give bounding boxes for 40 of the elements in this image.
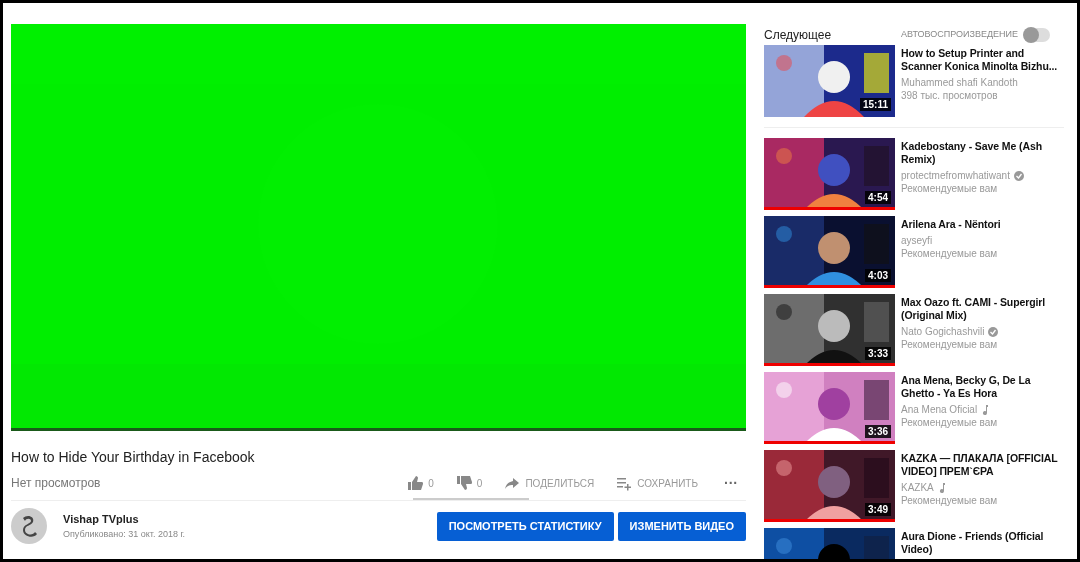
add-to-playlist-icon: [616, 475, 633, 491]
thumbs-down-icon: [455, 475, 472, 491]
video-title[interactable]: How to Setup Printer and Scanner Konica Minolta Bizhu...: [901, 47, 1064, 73]
video-title[interactable]: KAZKA — ПЛАКАЛА [OFFICIAL VIDEO] ПРЕМ`ЄРА: [901, 452, 1064, 478]
channel-name: Ana Mena Oficial: [901, 403, 978, 416]
recommendation-label: Рекомендуемые вам: [901, 338, 999, 351]
autoplay-label: АВТОВОСПРОИЗВЕДЕНИЕ: [901, 28, 1018, 42]
view-count: 398 тыс. просмотров: [901, 89, 999, 102]
recommendation-label: Рекомендуемые вам: [901, 494, 999, 507]
publish-date: Опубликовано: 31 окт. 2018 г.: [63, 527, 186, 541]
video-duration: 3:33: [865, 347, 891, 360]
video-title[interactable]: Aura Dione - Friends (Official Video): [901, 530, 1064, 556]
video-duration: 3:36: [865, 425, 891, 438]
more-button[interactable]: ···: [724, 472, 738, 494]
view-count: Нет просмотров: [11, 475, 101, 492]
video-duration: 15:11: [859, 98, 891, 111]
video-title[interactable]: Ana Mena, Becky G, De La Ghetto - Ya Es Hora: [901, 374, 1064, 400]
edit-video-button[interactable]: ИЗМЕНИТЬ ВИДЕО: [617, 511, 746, 541]
video-title: How to Hide Your Birthday in Facebook: [11, 448, 256, 466]
share-arrow-icon: [504, 475, 521, 491]
recommendation-label: Рекомендуемые вам: [901, 182, 999, 195]
video-duration: 3:49: [865, 503, 891, 516]
autoplay-toggle[interactable]: [1024, 28, 1050, 42]
recommendation-label: Рекомендуемые вам: [901, 416, 999, 429]
video-title[interactable]: Arilena Ara - Nëntori: [901, 218, 1064, 231]
video-duration: 4:03: [865, 269, 891, 282]
video-title[interactable]: Max Oazo ft. CAMI - Supergirl (Original Mix): [901, 296, 1064, 322]
sidebar-heading: Следующее: [764, 27, 832, 44]
channel-name: ayseyfi: [901, 234, 933, 247]
channel-name: Muhammed shafi Kandoth: [901, 76, 1018, 89]
channel-name: Nato Gogichashvili: [901, 325, 985, 338]
thumbs-up-icon: [407, 475, 424, 491]
channel-name[interactable]: Vishap TVplus: [63, 511, 186, 528]
channel-avatar-icon: [11, 508, 47, 544]
recommendation-label: Рекомендуемые вам: [901, 247, 999, 260]
video-title[interactable]: Kadebostany - Save Me (Ash Remix): [901, 140, 1064, 166]
channel-name: KAZKA: [901, 481, 934, 494]
stats-button[interactable]: ПОСМОТРЕТЬ СТАТИСТИКУ: [436, 511, 614, 541]
channel-name: protectmefromwhatiwant: [901, 169, 1010, 182]
video-duration: 4:54: [865, 191, 891, 204]
